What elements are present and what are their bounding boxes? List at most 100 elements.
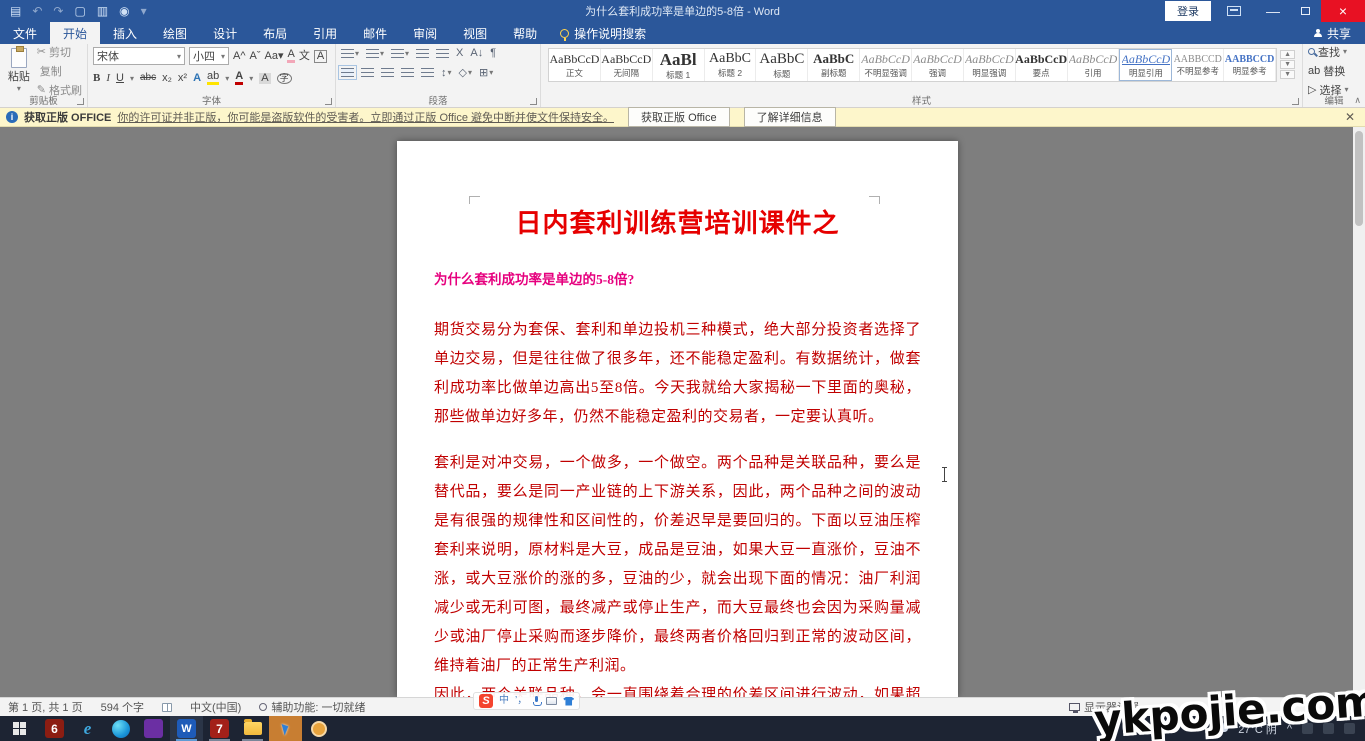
collapse-ribbon-icon[interactable]: ∧ [1354,95,1361,106]
vertical-scrollbar[interactable] [1353,127,1365,697]
skin-shop-icon[interactable] [563,697,574,706]
language-status[interactable]: 中文(中国) [190,699,241,715]
bullets-button[interactable]: ▾ [341,49,359,58]
tab-layout[interactable]: 布局 [250,22,300,44]
page-number-status[interactable]: 第 1 页, 共 1 页 [8,699,83,715]
tab-help[interactable]: 帮助 [500,22,550,44]
copy-button[interactable]: 复制 [37,63,82,79]
get-genuine-office-button[interactable]: 获取正版 Office [628,107,730,127]
clear-formatting-button[interactable]: A [287,49,294,63]
style-heading2[interactable]: AaBbC标题 2 [705,49,757,81]
new-document-icon[interactable]: ▢ [74,4,85,18]
font-color-dropdown-icon[interactable]: ▾ [249,74,253,83]
redo-icon[interactable]: ↷ [53,4,63,18]
tray-expand-icon[interactable]: ^ [1287,723,1292,735]
tab-review[interactable]: 审阅 [400,22,450,44]
style-intense-quote[interactable]: AaBbCcD明显引用 [1119,49,1172,81]
tab-insert[interactable]: 插入 [100,22,150,44]
tell-me-search[interactable]: 操作说明搜索 [550,22,656,44]
style-subtle-reference[interactable]: AABBCCD不明显参考 [1172,49,1224,81]
find-button[interactable]: 查找▾ [1308,44,1360,60]
subscript-button[interactable]: x₂ [162,73,172,84]
increase-indent-button[interactable] [436,49,449,58]
word-count-status[interactable]: 594 个字 [101,699,144,715]
font-color-button[interactable]: A [235,71,243,85]
customize-qat-icon[interactable]: ▾ [141,4,147,18]
taskbar-word[interactable]: W [170,716,203,741]
tab-design[interactable]: 设计 [200,22,250,44]
print-icon[interactable]: ▥ [97,4,108,18]
change-case-button[interactable]: Aa▾ [265,51,284,62]
taskbar-camera-app[interactable] [302,716,335,741]
shrink-font-button[interactable]: Aˇ [250,51,261,62]
keyboard-icon[interactable] [546,697,557,705]
start-button[interactable] [0,716,38,741]
learn-more-button[interactable]: 了解详细信息 [744,107,836,127]
character-shading-button[interactable]: A [259,73,270,84]
weather-temperature[interactable]: 27°C 阴 [1238,721,1277,737]
ime-punctuation-icon[interactable]: ’， [515,696,527,706]
font-name-combobox[interactable]: 宋体▾ [93,47,185,65]
taskbar-app-red6[interactable]: 6 [38,716,71,741]
align-right-button[interactable] [381,68,394,77]
borders-button[interactable]: ⊞▾ [479,66,493,79]
distribute-button[interactable] [421,68,434,77]
ime-mode-icon[interactable]: 中 [499,696,509,706]
styles-dialog-launcher[interactable] [1292,98,1299,105]
scrollbar-thumb[interactable] [1355,131,1363,226]
tab-view[interactable]: 视图 [450,22,500,44]
tray-icon[interactable] [1344,723,1355,734]
bold-button[interactable]: B [93,73,100,84]
align-left-button[interactable] [341,68,354,77]
ribbon-display-options-icon[interactable] [1227,6,1241,16]
cut-button[interactable]: ✂剪切 [37,44,82,60]
paste-button[interactable]: 粘贴 ▾ [5,47,33,94]
superscript-button[interactable]: x² [178,73,187,84]
asian-layout-button[interactable]: X [456,47,463,59]
print-preview-icon[interactable]: ◉ [119,4,129,18]
enclose-characters-button[interactable]: 字 [277,73,292,84]
taskbar-gamepad-app[interactable] [137,716,170,741]
taskbar-internet-explorer[interactable]: e [71,716,104,741]
decrease-indent-button[interactable] [416,49,429,58]
styles-scroll-down-icon[interactable]: ▼ [1280,60,1295,69]
clipboard-dialog-launcher[interactable] [77,98,84,105]
style-no-spacing[interactable]: AaBbCcD无间隔 [601,49,653,81]
tab-references[interactable]: 引用 [300,22,350,44]
taskbar-screen-recorder[interactable] [269,716,302,741]
save-icon[interactable]: ▤ [10,4,21,18]
style-emphasis[interactable]: AaBbCcD强调 [912,49,964,81]
underline-button[interactable]: U [116,73,124,84]
multilevel-list-button[interactable]: ▾ [391,49,409,58]
line-spacing-button[interactable]: ↕▾ [441,67,452,79]
minimize-button[interactable]: — [1257,0,1289,22]
show-marks-button[interactable]: ¶ [490,47,496,59]
tab-file[interactable]: 文件 [0,22,50,44]
notification-message[interactable]: 你的许可证并非正版，你可能是盗版软件的受害者。立即通过正版 Office 避免中… [117,109,614,125]
font-size-combobox[interactable]: 小四▾ [189,47,229,65]
style-strong[interactable]: AaBbCcD要点 [1016,49,1068,81]
accessibility-status[interactable]: 辅助功能: 一切就绪 [259,699,365,715]
login-button[interactable]: 登录 [1165,1,1211,21]
sogou-logo-icon[interactable]: S [479,694,493,708]
style-heading1[interactable]: AaBl标题 1 [653,49,705,81]
style-subtitle[interactable]: AaBbC副标题 [808,49,860,81]
styles-scroll-up-icon[interactable]: ▲ [1280,50,1295,59]
style-title[interactable]: AaBbC标题 [756,49,808,81]
justify-button[interactable] [401,68,414,77]
underline-dropdown-icon[interactable]: ▾ [130,74,134,83]
tab-home[interactable]: 开始 [50,22,100,44]
display-settings-button[interactable]: 显示器设置 [1069,699,1139,715]
style-quote[interactable]: AaBbCcD引用 [1068,49,1120,81]
close-button[interactable]: × [1321,0,1365,22]
tray-icon[interactable] [1302,723,1313,734]
proofing-status[interactable] [162,703,172,712]
taskbar-edge[interactable] [104,716,137,741]
undo-icon[interactable]: ↶ [32,4,42,18]
tab-mailings[interactable]: 邮件 [350,22,400,44]
tray-icon[interactable] [1323,723,1334,734]
character-border-button[interactable]: A [314,50,327,63]
paste-dropdown-icon[interactable]: ▾ [17,84,21,93]
document-page[interactable]: 日内套利训练营培训课件之 为什么套利成功率是单边的5-8倍? 期货交易分为套保、… [397,141,958,697]
style-normal[interactable]: AaBbCcD正文 [549,49,601,81]
